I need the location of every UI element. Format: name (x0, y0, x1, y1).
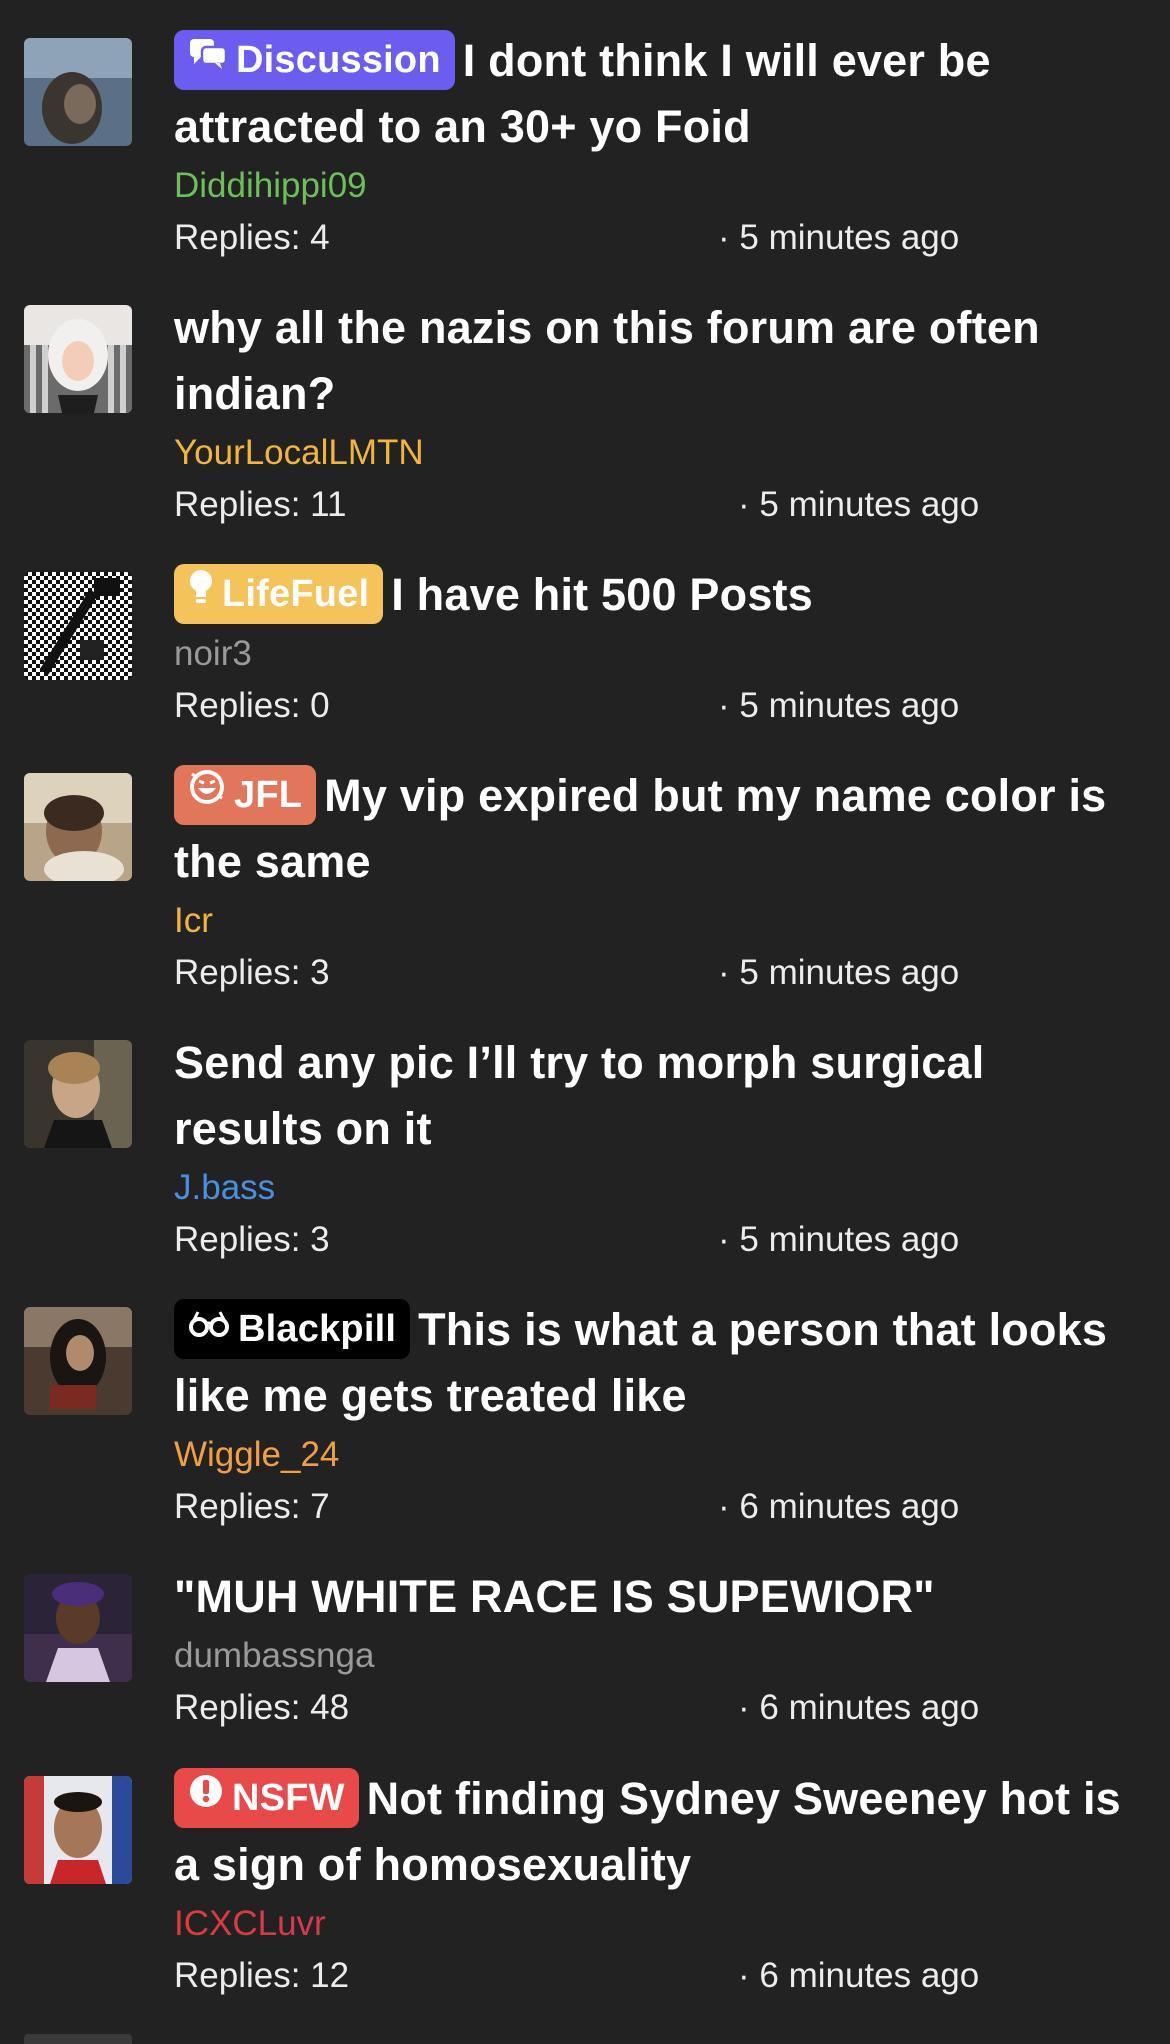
thread-time: · 5 minutes ago (738, 485, 980, 524)
thread-meta: Replies: 48 · 6 minutes ago (174, 1678, 1140, 1738)
thread-meta: Replies: 3 · 5 minutes ago (174, 943, 1140, 1003)
avatar[interactable] (24, 305, 132, 413)
prefix-blackpill[interactable]: Blackpill (174, 1298, 411, 1360)
replies-count: Replies: 11 (174, 485, 347, 524)
thread-title-line[interactable]: NSFW Not finding Sydney Sweeney hot is a… (174, 1766, 1140, 1898)
thread-time: · 5 minutes ago (718, 686, 960, 726)
replies-count: Replies: 3 (174, 953, 330, 993)
thread-meta: Replies: 7 · 6 minutes ago (174, 1477, 1140, 1537)
thread-meta: Replies: 11 · 5 minutes ago (174, 475, 1140, 535)
thread-title-line[interactable]: Blackpill This is what a person that loo… (174, 1297, 1140, 1429)
thread-time: · 5 minutes ago (718, 953, 960, 993)
thread-author[interactable]: YourLocalLMTN (174, 431, 1140, 475)
avatar[interactable] (24, 1307, 132, 1415)
alert-icon (188, 1767, 224, 1827)
prefix-label: NSFW (232, 1777, 345, 1820)
replies-count: Replies: 12 (174, 1956, 350, 1996)
prefix-jfl[interactable]: JFL (174, 764, 317, 826)
replies-count: Replies: 7 (174, 1487, 330, 1527)
replies-count: Replies: 0 (174, 686, 330, 726)
lightbulb-icon (188, 563, 214, 623)
thread-author[interactable]: ICXCLuvr (174, 1902, 1140, 1946)
thread-author[interactable]: noir3 (174, 632, 1140, 676)
thread-time: · 6 minutes ago (738, 1688, 980, 1727)
thread-title-line[interactable]: Discussion I dont think I will ever be a… (174, 28, 1140, 160)
chat-bubbles-icon (188, 29, 228, 89)
prefix-label: Blackpill (238, 1308, 397, 1351)
avatar[interactable] (24, 1040, 132, 1148)
thread-title-line[interactable]: LifeFuel I have hit 500 Posts (174, 562, 1140, 628)
glasses-icon (188, 1298, 230, 1358)
thread-title[interactable]: why all the nazis on this forum are ofte… (174, 295, 1140, 427)
prefix-nsfw[interactable]: NSFW (174, 1767, 359, 1829)
next-avatar-edge (24, 2034, 132, 2044)
thread-meta: Replies: 0 · 5 minutes ago (174, 676, 1140, 736)
prefix-label: Discussion (236, 39, 441, 82)
thread-author[interactable]: Wiggle_24 (174, 1433, 1140, 1477)
replies-count: Replies: 4 (174, 218, 330, 258)
avatar[interactable] (24, 1776, 132, 1884)
thread-title-line[interactable]: JFL My vip expired but my name color is … (174, 763, 1140, 895)
thread-meta: Replies: 3 · 5 minutes ago (174, 1210, 1140, 1270)
thread-author[interactable]: dumbassnga (174, 1634, 1140, 1678)
thread-meta: Replies: 4 · 5 minutes ago (174, 208, 1140, 268)
thread-author[interactable]: Icr (174, 899, 1140, 943)
thread-title[interactable]: I have hit 500 Posts (391, 569, 813, 620)
prefix-label: JFL (234, 774, 303, 817)
laugh-icon (188, 764, 226, 824)
thread-author[interactable]: J.bass (174, 1166, 1140, 1210)
replies-count: Replies: 3 (174, 1220, 330, 1259)
thread-meta: Replies: 12 · 6 minutes ago (174, 1946, 1140, 2006)
thread-author[interactable]: Diddihippi09 (174, 164, 1140, 208)
thread-time: · 5 minutes ago (718, 1220, 960, 1259)
prefix-lifefuel[interactable]: LifeFuel (174, 563, 384, 625)
thread-title[interactable]: "MUH WHITE RACE IS SUPEWIOR" (174, 1564, 1140, 1630)
thread-time: · 6 minutes ago (738, 1956, 980, 1996)
prefix-label: LifeFuel (222, 573, 370, 616)
thread-title[interactable]: Send any pic I’ll try to morph surgical … (174, 1030, 1140, 1162)
prefix-discussion[interactable]: Discussion (174, 29, 455, 91)
thread-time: · 5 minutes ago (718, 218, 960, 258)
avatar[interactable] (24, 773, 132, 881)
replies-count: Replies: 48 (174, 1688, 350, 1727)
avatar[interactable] (24, 572, 132, 680)
avatar[interactable] (24, 1574, 132, 1682)
thread-time: · 6 minutes ago (718, 1487, 960, 1527)
avatar[interactable] (24, 38, 132, 146)
